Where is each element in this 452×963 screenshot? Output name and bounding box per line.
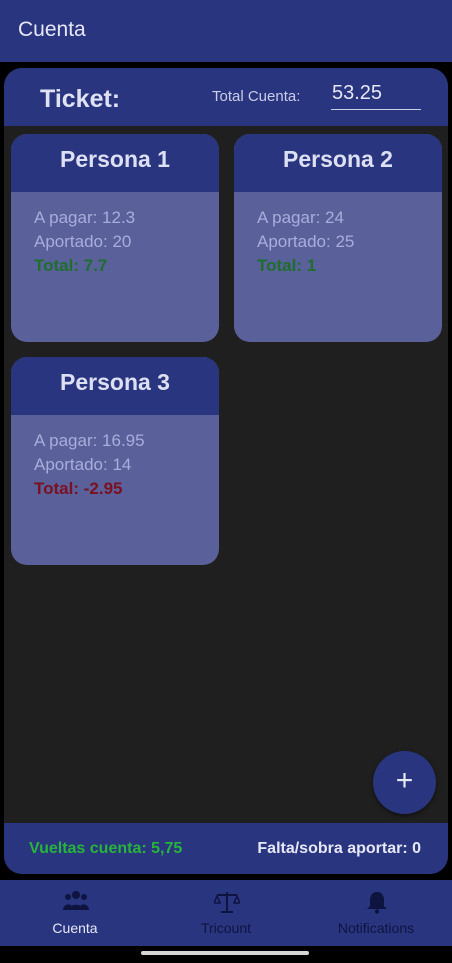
ticket-header: Ticket: Total Cuenta: 53.25 — [4, 68, 448, 126]
ticket-label: Ticket: — [40, 85, 121, 113]
person-card-body: A pagar: 16.95 Aportado: 14 Total: -2.95 — [11, 415, 219, 501]
person-card[interactable]: Persona 2 A pagar: 24 Aportado: 25 Total… — [234, 134, 442, 342]
person-card-body: A pagar: 12.3 Aportado: 20 Total: 7.7 — [11, 192, 219, 278]
app-bar-title: Cuenta — [18, 18, 86, 41]
a-pagar-text: A pagar: 16.95 — [34, 431, 145, 450]
person-card[interactable]: Persona 3 A pagar: 16.95 Aportado: 14 To… — [11, 357, 219, 565]
gesture-bar — [0, 946, 452, 963]
nav-label: Cuenta — [52, 920, 98, 936]
total-cuenta-input[interactable]: 53.25 — [331, 82, 421, 110]
a-pagar-text: A pagar: 24 — [257, 208, 344, 227]
bell-icon — [367, 892, 387, 914]
add-person-button[interactable]: + — [373, 751, 436, 814]
nav-item-tricount[interactable]: Tricount — [151, 880, 301, 946]
main-content: Ticket: Total Cuenta: 53.25 Persona 1 A … — [4, 68, 448, 874]
home-indicator[interactable] — [141, 951, 309, 955]
nav-item-notifications[interactable]: Notifications — [301, 880, 451, 946]
person-total-text: Total: 7.7 — [34, 256, 108, 275]
person-card[interactable]: Persona 1 A pagar: 12.3 Aportado: 20 Tot… — [11, 134, 219, 342]
bottom-navigation: Cuenta Tricount Notifications — [0, 880, 452, 946]
scale-icon — [214, 892, 240, 913]
person-name: Persona 3 — [11, 357, 219, 415]
person-name: Persona 1 — [11, 134, 219, 192]
person-card-body: A pagar: 24 Aportado: 25 Total: 1 — [234, 192, 442, 278]
nav-label: Tricount — [200, 920, 252, 936]
aportado-text: Aportado: 14 — [34, 455, 132, 474]
nav-item-cuenta[interactable]: Cuenta — [0, 880, 150, 946]
vueltas-cuenta-text: Vueltas cuenta: 5,75 — [29, 840, 183, 857]
a-pagar-text: A pagar: 12.3 — [34, 208, 136, 227]
aportado-text: Aportado: 20 — [34, 232, 132, 251]
person-total-text: Total: 1 — [257, 256, 317, 275]
top-app-bar: Cuenta — [0, 0, 452, 62]
person-name: Persona 2 — [234, 134, 442, 192]
falta-sobra-text: Falta/sobra aportar: 0 — [257, 840, 421, 857]
people-icon — [63, 891, 89, 910]
aportado-text: Aportado: 25 — [257, 232, 355, 251]
summary-footer: Vueltas cuenta: 5,75 Falta/sobra aportar… — [4, 823, 448, 874]
person-total-text: Total: -2.95 — [34, 479, 123, 498]
total-cuenta-label: Total Cuenta: — [212, 88, 301, 105]
plus-icon: + — [395, 764, 414, 797]
nav-label: Notifications — [337, 920, 415, 936]
